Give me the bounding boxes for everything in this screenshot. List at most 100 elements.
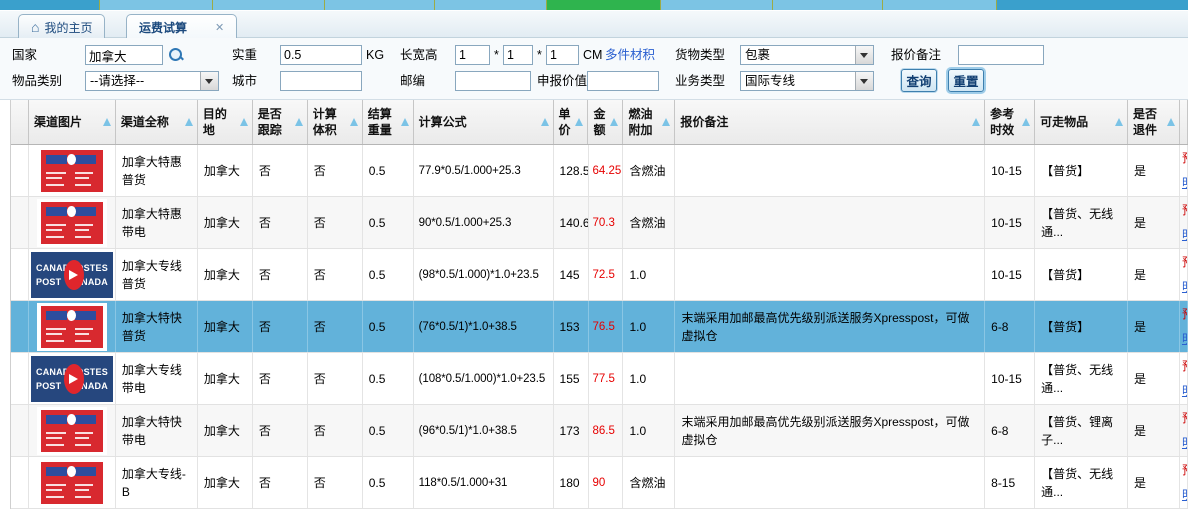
cell-name: 加拿大特快普货 bbox=[116, 301, 198, 352]
sort-arrow-icon[interactable] bbox=[541, 118, 549, 126]
sort-arrow-icon[interactable] bbox=[1022, 118, 1030, 126]
channel-row-3[interactable]: CANADAPOSTESPOSTCANADA加拿大专线普货加拿大否否0.5(98… bbox=[11, 249, 1188, 301]
cell-name: 加拿大专线-B bbox=[116, 457, 198, 508]
clipped-red-text: 预 bbox=[1182, 253, 1188, 271]
sort-arrow-icon[interactable] bbox=[240, 118, 248, 126]
multi-piece-volume-link[interactable]: 多件材积 bbox=[605, 45, 655, 65]
query-button[interactable]: 查询 bbox=[901, 69, 937, 92]
sort-arrow-icon[interactable] bbox=[103, 118, 111, 126]
chevron-down-icon[interactable] bbox=[855, 46, 873, 64]
header-name[interactable]: 渠道全称 bbox=[116, 100, 198, 144]
city-label: 城市 bbox=[232, 71, 257, 91]
column-label: 结算重量 bbox=[368, 106, 399, 138]
header-remark[interactable]: 报价备注 bbox=[675, 100, 985, 144]
channel-row-7[interactable]: 加拿大专线-B加拿大否否0.5118*0.5/1.000+3118090含燃油8… bbox=[11, 457, 1188, 509]
header-destination[interactable]: 目的地 bbox=[198, 100, 253, 144]
header-amount[interactable]: 金额 bbox=[588, 100, 623, 144]
column-label: 单价 bbox=[559, 106, 574, 138]
sort-arrow-icon[interactable] bbox=[1115, 118, 1123, 126]
header-calc_volume[interactable]: 计算体积 bbox=[308, 100, 363, 144]
sort-arrow-icon[interactable] bbox=[401, 118, 409, 126]
clipped-link[interactable]: 明 bbox=[1182, 226, 1188, 244]
channel-row-4[interactable]: 加拿大特快普货加拿大否否0.5(76*0.5/1)*1.0+38.515376.… bbox=[11, 301, 1188, 353]
header-tracking[interactable]: 是否跟踪 bbox=[253, 100, 308, 144]
sort-arrow-icon[interactable] bbox=[350, 118, 358, 126]
width-input[interactable] bbox=[503, 45, 533, 65]
canada-post-red-stamp-logo bbox=[37, 147, 107, 195]
sort-arrow-icon[interactable] bbox=[575, 118, 583, 126]
height-input[interactable] bbox=[546, 45, 579, 65]
cell-returnable: 是 bbox=[1128, 145, 1180, 196]
search-icon[interactable] bbox=[168, 47, 184, 63]
cell-lead_time: 10-15 bbox=[985, 197, 1035, 248]
header-goods[interactable]: 可走物品 bbox=[1035, 100, 1128, 144]
channel-row-1[interactable]: 加拿大特惠普货加拿大否否0.577.9*0.5/1.000+25.3128.56… bbox=[11, 145, 1188, 197]
cell-returnable: 是 bbox=[1128, 301, 1180, 352]
header-lead_time[interactable]: 参考时效 bbox=[985, 100, 1035, 144]
item-category-select[interactable]: --请选择-- bbox=[85, 71, 219, 91]
clipped-link[interactable]: 明 bbox=[1182, 382, 1188, 400]
table-header-row: 渠道图片渠道全称目的地是否跟踪计算体积结算重量计算公式单价金额燃油附加报价备注参… bbox=[11, 100, 1188, 145]
cell-tracking: 否 bbox=[253, 457, 308, 508]
cell-amount: 72.5 bbox=[589, 249, 624, 300]
cell-goods: 【普货、锂离子... bbox=[1035, 405, 1128, 456]
cell-calc_volume: 否 bbox=[308, 405, 363, 456]
tab-my-homepage[interactable]: ⌂ 我的主页 bbox=[18, 14, 105, 39]
postcode-input[interactable] bbox=[455, 71, 531, 91]
weight-input[interactable] bbox=[280, 45, 362, 65]
length-input[interactable] bbox=[455, 45, 490, 65]
sort-arrow-icon[interactable] bbox=[1167, 118, 1175, 126]
cell-indicator bbox=[11, 457, 29, 508]
cell-unit_price: 153 bbox=[554, 301, 589, 352]
header-fuel[interactable]: 燃油附加 bbox=[623, 100, 675, 144]
tab-my-homepage-label: 我的主页 bbox=[44, 19, 92, 36]
clipped-link[interactable]: 明 bbox=[1182, 486, 1188, 504]
clipped-link[interactable]: 明 bbox=[1182, 174, 1188, 192]
cell-name: 加拿大专线带电 bbox=[116, 353, 198, 404]
cell-logo bbox=[29, 301, 116, 352]
cell-formula: 90*0.5/1.000+25.3 bbox=[414, 197, 554, 248]
quote-remark-input[interactable] bbox=[958, 45, 1044, 65]
tab-freight-calc[interactable]: 运费试算 ✕ bbox=[126, 14, 237, 39]
cell-goods: 【普货、无线通... bbox=[1035, 457, 1128, 508]
country-input[interactable] bbox=[85, 45, 163, 65]
cargo-type-select[interactable]: 包裹 bbox=[740, 45, 874, 65]
clipped-link[interactable]: 明 bbox=[1182, 278, 1188, 296]
top-menu-strip bbox=[0, 0, 1188, 10]
channel-row-6[interactable]: 加拿大特快带电加拿大否否0.5(96*0.5/1)*1.0+38.517386.… bbox=[11, 405, 1188, 457]
chevron-down-icon[interactable] bbox=[855, 72, 873, 90]
cell-destination: 加拿大 bbox=[198, 249, 253, 300]
sort-arrow-icon[interactable] bbox=[610, 118, 618, 126]
header-returnable[interactable]: 是否退件 bbox=[1128, 100, 1180, 144]
cell-fuel: 1.0 bbox=[623, 249, 675, 300]
cell-destination: 加拿大 bbox=[198, 405, 253, 456]
chevron-down-icon[interactable] bbox=[200, 72, 218, 90]
close-tab-icon[interactable]: ✕ bbox=[215, 21, 224, 34]
business-type-select[interactable]: 国际专线 bbox=[740, 71, 874, 91]
cell-calc_volume: 否 bbox=[308, 457, 363, 508]
header-settle_weight[interactable]: 结算重量 bbox=[363, 100, 414, 144]
clipped-link[interactable]: 明 bbox=[1182, 330, 1188, 348]
sort-arrow-icon[interactable] bbox=[295, 118, 303, 126]
city-input[interactable] bbox=[280, 71, 362, 91]
cell-returnable: 是 bbox=[1128, 197, 1180, 248]
dimensions-label: 长宽高 bbox=[400, 45, 438, 65]
sort-arrow-icon[interactable] bbox=[662, 118, 670, 126]
menu-strip-segment bbox=[996, 0, 1188, 10]
cell-lead_time: 10-15 bbox=[985, 249, 1035, 300]
declared-value-input[interactable] bbox=[587, 71, 659, 91]
channel-row-2[interactable]: 加拿大特惠带电加拿大否否0.590*0.5/1.000+25.3140.670.… bbox=[11, 197, 1188, 249]
clipped-link[interactable]: 明 bbox=[1182, 434, 1188, 452]
cell-unit_price: 155 bbox=[554, 353, 589, 404]
header-logo[interactable]: 渠道图片 bbox=[29, 100, 116, 144]
sort-arrow-icon[interactable] bbox=[972, 118, 980, 126]
header-formula[interactable]: 计算公式 bbox=[414, 100, 554, 144]
cell-remark bbox=[675, 145, 985, 196]
cell-fuel: 1.0 bbox=[623, 301, 675, 352]
header-unit_price[interactable]: 单价 bbox=[554, 100, 589, 144]
cargo-type-label: 货物类型 bbox=[675, 45, 725, 65]
reset-button[interactable]: 重置 bbox=[948, 69, 984, 92]
menu-strip-segment bbox=[0, 0, 99, 10]
channel-row-5[interactable]: CANADAPOSTESPOSTCANADA加拿大专线带电加拿大否否0.5(10… bbox=[11, 353, 1188, 405]
sort-arrow-icon[interactable] bbox=[185, 118, 193, 126]
